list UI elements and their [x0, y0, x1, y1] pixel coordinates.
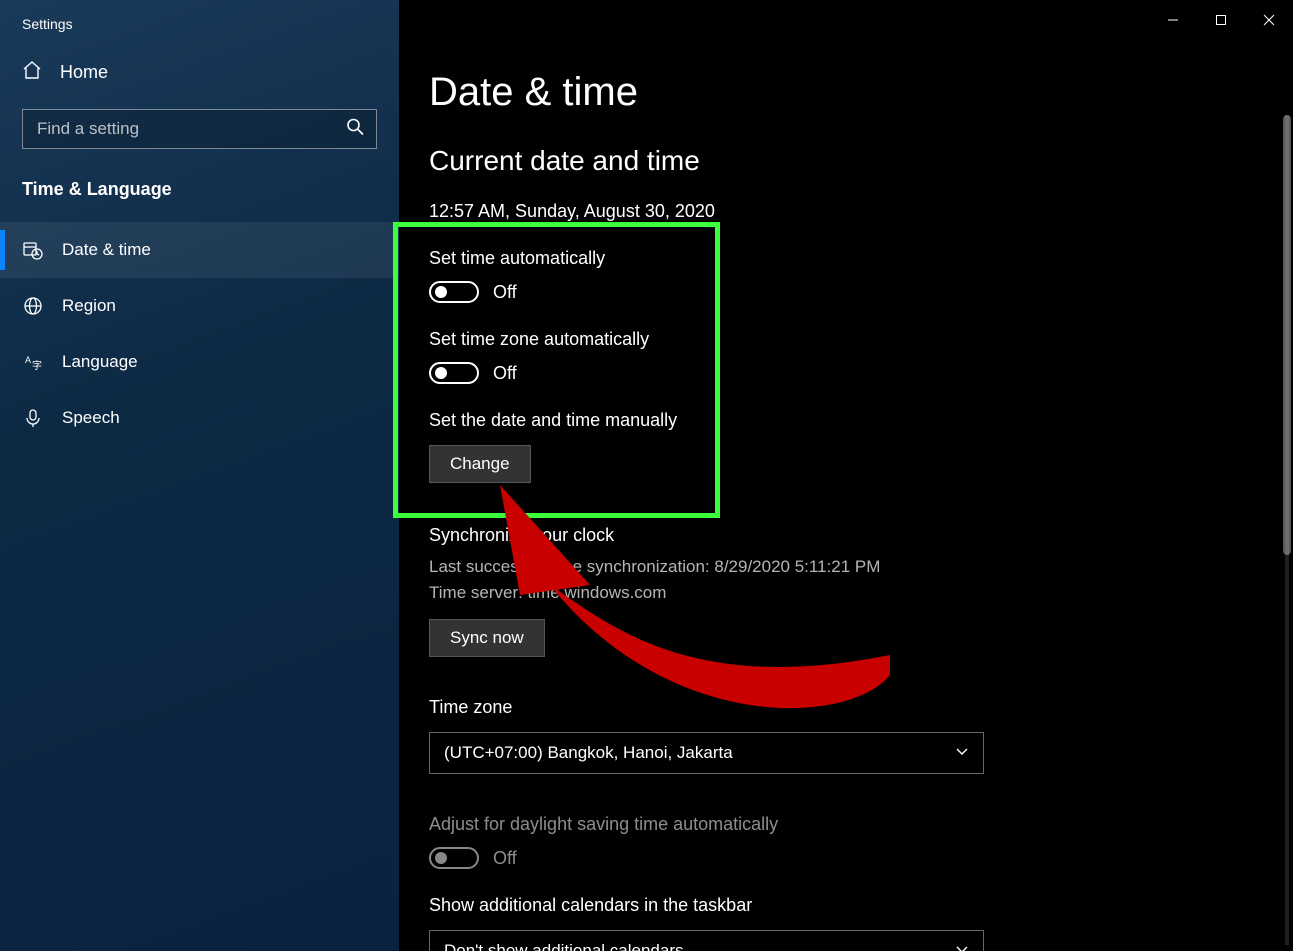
search-icon	[346, 118, 364, 141]
sync-server-value: time.windows.com	[528, 583, 667, 602]
timezone-dropdown[interactable]: (UTC+07:00) Bangkok, Hanoi, Jakarta	[429, 732, 984, 774]
microphone-icon	[22, 408, 44, 428]
sync-last-label: Last successful time synchronization:	[429, 557, 714, 576]
sidebar: Settings Home Time & Language Date & tim…	[0, 0, 399, 951]
sync-server-label: Time server:	[429, 583, 528, 602]
current-heading: Current date and time	[429, 145, 1293, 177]
additional-cal-value: Don't show additional calendars	[444, 941, 684, 951]
dst-label: Adjust for daylight saving time automati…	[429, 814, 1293, 835]
sync-info: Last successful time synchronization: 8/…	[429, 554, 1293, 605]
set-tz-auto-state: Off	[493, 363, 517, 384]
set-time-auto-state: Off	[493, 282, 517, 303]
sidebar-item-label: Language	[62, 352, 138, 372]
sync-heading: Synchronize your clock	[429, 525, 1293, 546]
set-time-auto-toggle[interactable]	[429, 281, 479, 303]
titlebar	[429, 0, 1293, 40]
home-label: Home	[60, 62, 108, 83]
window-title: Settings	[0, 0, 399, 32]
category-title: Time & Language	[0, 149, 399, 222]
home-nav[interactable]: Home	[0, 32, 399, 109]
sidebar-item-speech[interactable]: Speech	[0, 390, 399, 446]
additional-cal-dropdown[interactable]: Don't show additional calendars	[429, 930, 984, 951]
page-title: Date & time	[429, 70, 1293, 115]
calendar-clock-icon	[22, 240, 44, 260]
sync-last-value: 8/29/2020 5:11:21 PM	[714, 557, 880, 576]
main-content: Date & time Current date and time 12:57 …	[399, 0, 1293, 951]
current-datetime: 12:57 AM, Sunday, August 30, 2020	[429, 201, 1293, 222]
home-icon	[22, 60, 42, 85]
change-button[interactable]: Change	[429, 445, 531, 483]
scrollbar-thumb[interactable]	[1283, 115, 1291, 555]
search-box[interactable]	[22, 109, 377, 149]
set-manual-label: Set the date and time manually	[429, 410, 1293, 431]
dst-state: Off	[493, 848, 517, 869]
sync-now-button[interactable]: Sync now	[429, 619, 545, 657]
chevron-down-icon	[955, 941, 969, 951]
timezone-value: (UTC+07:00) Bangkok, Hanoi, Jakarta	[444, 743, 733, 763]
search-input[interactable]	[23, 110, 376, 148]
svg-text:A: A	[25, 355, 31, 365]
sidebar-item-label: Speech	[62, 408, 120, 428]
svg-text:字: 字	[32, 359, 42, 372]
timezone-label: Time zone	[429, 697, 1293, 718]
sidebar-item-date-time[interactable]: Date & time	[0, 222, 399, 278]
dst-toggle	[429, 847, 479, 869]
language-icon: A字	[22, 352, 44, 372]
close-button[interactable]	[1245, 0, 1293, 40]
additional-cal-label: Show additional calendars in the taskbar	[429, 895, 1293, 916]
maximize-button[interactable]	[1197, 0, 1245, 40]
globe-icon	[22, 296, 44, 316]
set-time-auto-label: Set time automatically	[429, 248, 1293, 269]
sidebar-item-region[interactable]: Region	[0, 278, 399, 334]
sidebar-item-label: Date & time	[62, 240, 151, 260]
set-tz-auto-label: Set time zone automatically	[429, 329, 1293, 350]
minimize-button[interactable]	[1149, 0, 1197, 40]
chevron-down-icon	[955, 743, 969, 763]
set-tz-auto-toggle[interactable]	[429, 362, 479, 384]
sidebar-item-label: Region	[62, 296, 116, 316]
sidebar-item-language[interactable]: A字 Language	[0, 334, 399, 390]
